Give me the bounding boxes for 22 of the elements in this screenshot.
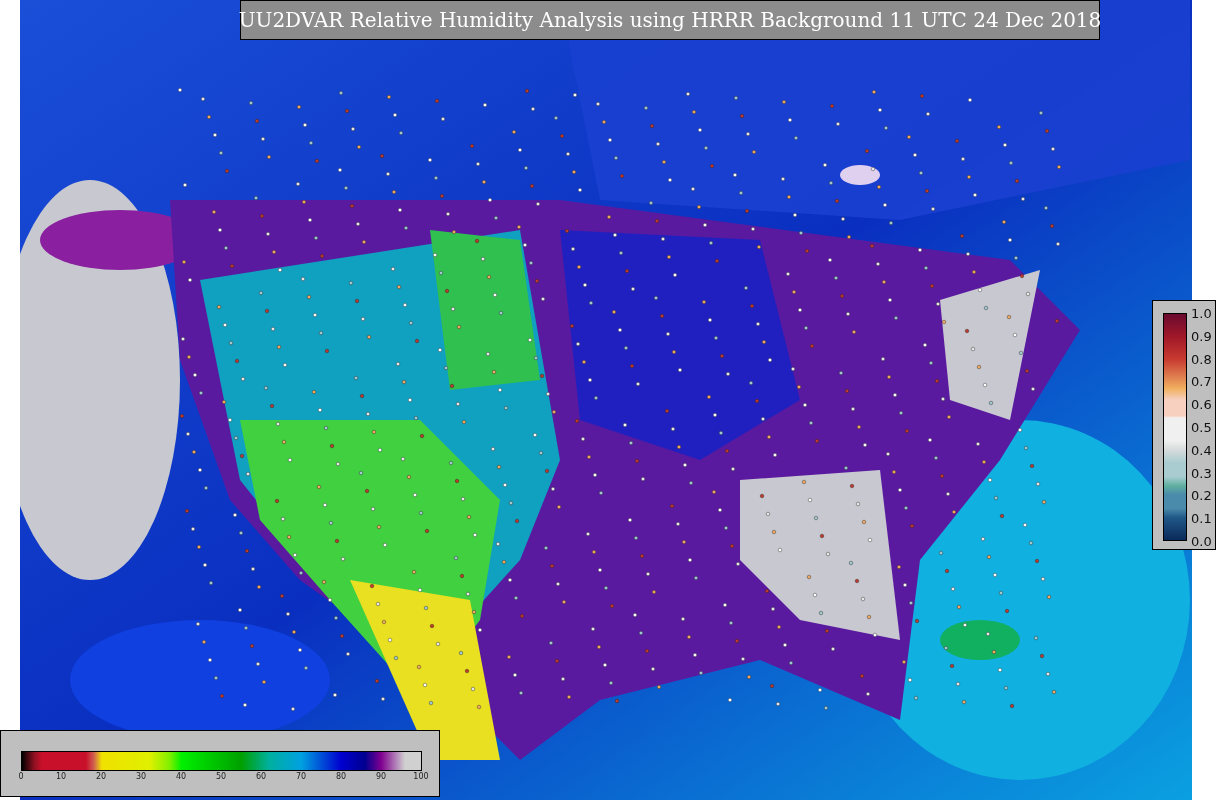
colorbar-tick-label: 0.5 (1191, 420, 1212, 434)
colorbar-tick-label: 0.9 (1191, 329, 1212, 343)
colorbar-tick-label: 10 (55, 773, 67, 781)
colorbar-tick-label: 0.8 (1191, 352, 1212, 366)
colorbar-tick-label: 70 (295, 773, 307, 781)
colorbar-tick-label: 0.6 (1191, 397, 1212, 411)
colorbar-tick-label: 30 (135, 773, 147, 781)
colorbar-tick-label: 90 (375, 773, 387, 781)
colorbar-tick-label: 0.0 (1191, 534, 1212, 548)
colorbar-tick-label: 40 (175, 773, 187, 781)
colorbar-tick-label: 1.0 (1191, 306, 1212, 320)
colorbar-tick-label: 0 (18, 773, 24, 781)
colorbar-tick-label: 20 (95, 773, 107, 781)
colorbar-tick-label: 50 (215, 773, 227, 781)
colorbar-tick-label: 60 (255, 773, 267, 781)
colorbar-tick-label: 0.4 (1191, 443, 1212, 457)
colorbar-tick-label: 0.3 (1191, 466, 1212, 480)
colorbar-tick-label: 80 (335, 773, 347, 781)
colorbar-tick-label: 100 (413, 773, 429, 781)
colorbar-tick-label: 0.2 (1191, 488, 1212, 502)
colorbar-tick-label: 0.1 (1191, 511, 1212, 525)
colorbar-tick-label: 0.7 (1191, 374, 1212, 388)
